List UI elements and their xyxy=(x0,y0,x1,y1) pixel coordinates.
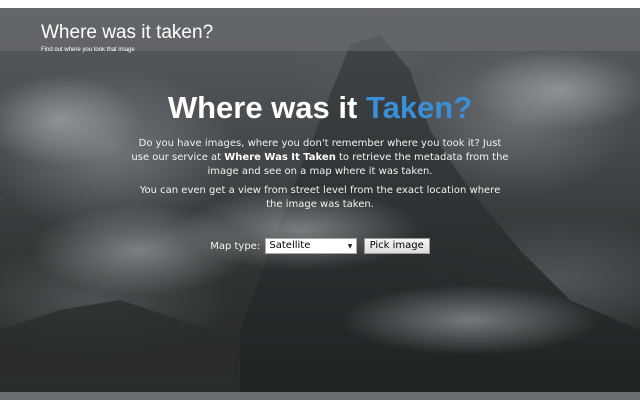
pick-image-button[interactable]: Pick image xyxy=(363,238,430,254)
site-subtitle: Find out where you took that image xyxy=(41,47,135,53)
map-type-label: Map type: xyxy=(210,240,261,252)
intro-paragraph: Do you have images, where you don't reme… xyxy=(130,137,510,179)
dropdown-arrow-icon: ▼ xyxy=(347,243,353,250)
map-type-select[interactable]: Satellite ▼ xyxy=(265,238,358,254)
page: Where was it taken? Find out where you t… xyxy=(0,0,640,400)
map-type-value: Satellite xyxy=(269,240,311,251)
hero-title-prefix: Where was it xyxy=(167,90,366,125)
hero-title-accent: Taken? xyxy=(365,90,473,125)
intro-text: Do you have images, where you don't reme… xyxy=(130,137,510,212)
controls-row: Map type: Satellite ▼ Pick image xyxy=(0,238,640,254)
site-header: Where was it taken? Find out where you t… xyxy=(0,8,640,53)
intro-street-view-paragraph: You can even get a view from street leve… xyxy=(139,185,501,210)
hero-title: Where was it Taken? xyxy=(0,90,640,126)
intro-brand: Where Was It Taken xyxy=(224,152,336,163)
site-title[interactable]: Where was it taken? xyxy=(41,22,213,44)
top-strip xyxy=(0,0,640,8)
bottom-strip xyxy=(0,392,640,400)
